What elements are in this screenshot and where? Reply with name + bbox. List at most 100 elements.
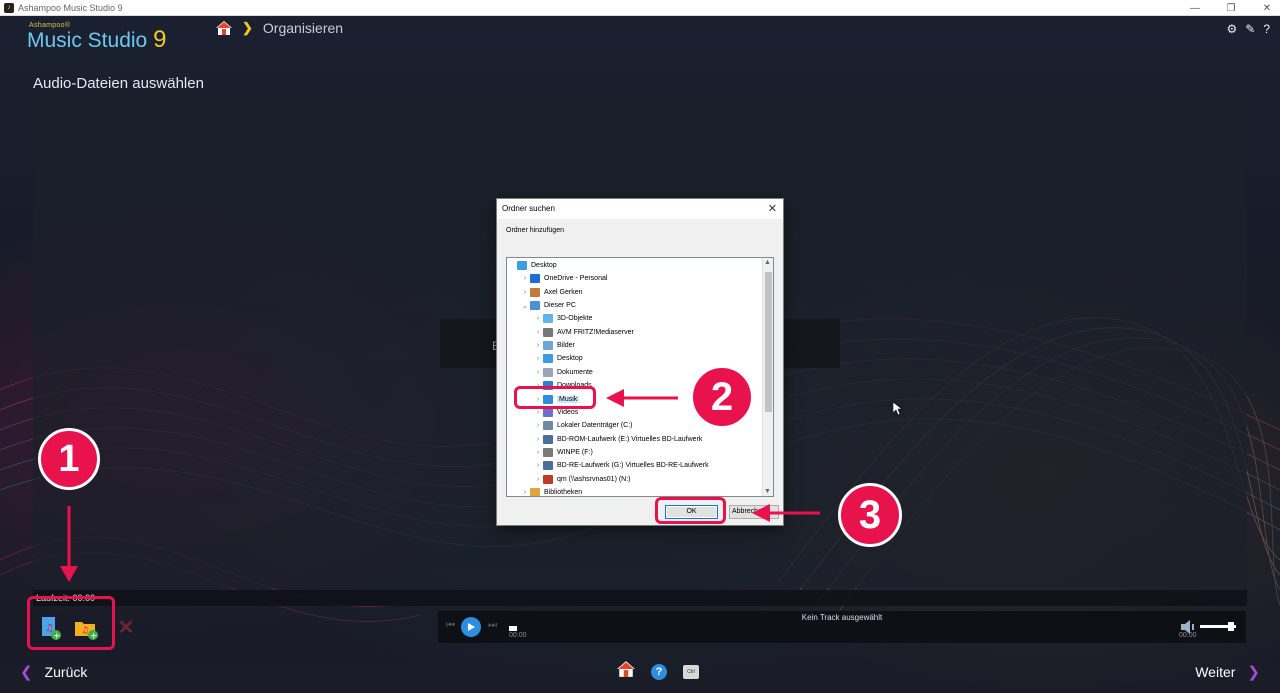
chevron-right-icon[interactable]: ›	[520, 489, 530, 496]
scroll-down-icon[interactable]: ▼	[764, 488, 771, 495]
ctrl-key-icon[interactable]: Ctrl	[683, 664, 699, 679]
tree-scrollbar[interactable]: ▲ ▼	[762, 258, 773, 496]
computer-icon	[530, 301, 540, 311]
help-icon[interactable]: ?	[1263, 22, 1270, 36]
window-controls: — ❐ ✕	[1188, 0, 1274, 16]
tree-item[interactable]: Desktop	[507, 259, 557, 272]
tree-item[interactable]: › qm (\\ashsrvnas01) (N:)	[533, 473, 631, 486]
tree-item[interactable]: › Lokaler Datenträger (C:)	[533, 419, 632, 432]
breadcrumb-chevron-icon: ❯	[242, 20, 253, 35]
chevron-right-icon[interactable]: ›	[533, 462, 543, 469]
chevron-right-icon[interactable]: ›	[533, 315, 543, 322]
page-title: Audio-Dateien auswählen	[33, 75, 204, 92]
tree-item-label: Dieser PC	[544, 302, 576, 310]
tree-item[interactable]: › 3D-Objekte	[533, 312, 592, 325]
tree-item[interactable]: › BD-RE-Laufwerk (G:) Virtuelles BD-RE-La…	[533, 459, 709, 472]
browse-folder-dialog: Ordner suchen ✕ Ordner hinzufügen › Bibli…	[496, 198, 784, 526]
chevron-right-icon[interactable]: ›	[520, 289, 530, 296]
tree-item-label: BD-ROM-Laufwerk (E:) Virtuelles BD-Laufw…	[557, 435, 703, 443]
close-window-icon[interactable]: ✕	[1260, 3, 1274, 14]
tree-item-label: AVM FRITZ!Mediaserver	[557, 328, 634, 336]
tree-item-label: Desktop	[531, 262, 557, 269]
back-button[interactable]: ❮ Zurück	[20, 663, 87, 681]
chevron-right-icon[interactable]: ›	[533, 476, 543, 483]
tree-item[interactable]: › Desktop	[533, 352, 583, 365]
home-button-icon[interactable]	[617, 661, 635, 682]
step-badge-2: 2	[690, 365, 754, 429]
disc-drive-icon	[543, 461, 553, 471]
brand-product: Music Studio 9	[27, 26, 167, 53]
app-logo-icon: ♪	[4, 2, 14, 13]
tree-item-label: qm (\\ashsrvnas01) (N:)	[557, 475, 631, 483]
tree-item-label: Axel Gerken	[544, 288, 583, 296]
tree-item-label: Desktop	[557, 355, 583, 363]
volume-icon[interactable]	[1180, 620, 1196, 634]
step-badge-3: 3	[838, 483, 902, 547]
next-button[interactable]: Weiter ❯	[1195, 663, 1260, 681]
runtime-display: Laufzeit: 00:00	[33, 590, 1247, 606]
volume-slider-knob[interactable]	[1228, 622, 1234, 631]
window-title: Ashampoo Music Studio 9	[18, 2, 123, 13]
dialog-close-icon[interactable]: ✕	[768, 202, 777, 215]
audio-player: ⏮ ⏭ Kein Track ausgewählt 00:00 00:00	[438, 611, 1246, 643]
minimize-icon[interactable]: —	[1188, 3, 1202, 14]
tree-item-label: Bibliotheken	[544, 488, 583, 496]
step-badge-1: 1	[38, 428, 100, 490]
scroll-up-icon[interactable]: ▲	[764, 259, 771, 266]
tree-item[interactable]: › Dokumente	[533, 366, 593, 379]
tree-item-label: Lokaler Datenträger (C:)	[557, 422, 633, 430]
chevron-right-icon[interactable]: ›	[533, 342, 543, 349]
chevron-right-icon[interactable]: ›	[533, 369, 543, 376]
tree-item-label: BD-RE-Laufwerk (G:) Virtuelles BD-RE-Lau…	[557, 462, 709, 470]
cancel-button[interactable]: Abbrechen	[729, 505, 779, 519]
help-circle-icon[interactable]: ?	[651, 663, 667, 680]
edit-icon[interactable]: ✎	[1245, 22, 1255, 36]
home-icon[interactable]	[216, 21, 232, 35]
tree-item-label: 3D-Objekte	[557, 315, 593, 323]
gear-icon[interactable]: ⚙	[1226, 22, 1237, 36]
tree-item-label: Dokumente	[557, 368, 593, 376]
bottom-toolbar: ? Ctrl	[617, 661, 699, 682]
highlight-ok-button	[655, 497, 726, 524]
remove-item-button[interactable]: ✕	[112, 614, 140, 642]
videos-icon	[543, 407, 553, 417]
highlight-add-buttons	[27, 596, 115, 650]
chevron-down-icon[interactable]: ⌄	[520, 302, 530, 310]
tree-item[interactable]: › OneDrive - Personal	[520, 272, 607, 285]
os-title-bar: ♪ Ashampoo Music Studio 9 — ❐ ✕	[0, 0, 1280, 16]
chevron-right-icon[interactable]: ›	[520, 275, 530, 282]
chevron-right-icon[interactable]: ›	[533, 329, 543, 336]
user-icon	[530, 287, 540, 297]
brand-vendor: Ashampoo®	[29, 22, 71, 29]
mouse-cursor-icon	[893, 402, 903, 416]
tree-item[interactable]: › WINPE (F:)	[533, 446, 593, 459]
chevron-right-icon[interactable]: ›	[533, 436, 543, 443]
chevron-left-icon: ❮	[20, 664, 33, 681]
restore-icon[interactable]: ❐	[1224, 3, 1238, 14]
time-elapsed: 00:00	[509, 632, 527, 639]
libraries-icon	[530, 487, 540, 496]
pictures-icon	[543, 341, 553, 351]
seek-slider[interactable]	[509, 626, 517, 631]
chevron-right-icon: ❯	[1247, 664, 1260, 681]
tree-item[interactable]: › AVM FRITZ!Mediaserver	[533, 326, 634, 339]
tree-item[interactable]: › Bilder	[533, 339, 575, 352]
tree-item[interactable]: › BD-ROM-Laufwerk (E:) Virtuelles BD-Lauf…	[533, 433, 702, 446]
tree-item[interactable]: › Bibliotheken	[520, 486, 583, 496]
usb-drive-icon	[543, 447, 553, 457]
play-icon	[468, 623, 475, 631]
breadcrumb-current[interactable]: Organisieren	[263, 20, 343, 36]
documents-icon	[543, 367, 553, 377]
tree-item[interactable]: › Axel Gerken	[520, 286, 583, 299]
tree-item[interactable]: ⌄ Dieser PC	[520, 299, 576, 312]
chevron-right-icon[interactable]: ›	[533, 409, 543, 416]
tree-item-label: Bilder	[557, 342, 575, 350]
chevron-right-icon[interactable]: ›	[533, 422, 543, 429]
dialog-title-bar: Ordner suchen ✕	[497, 199, 783, 219]
dialog-instruction: Ordner hinzufügen	[506, 227, 564, 234]
scrollbar-thumb[interactable]	[765, 272, 772, 412]
chevron-right-icon[interactable]: ›	[533, 449, 543, 456]
chevron-right-icon[interactable]: ›	[533, 355, 543, 362]
track-label: Kein Track ausgewählt	[801, 613, 883, 622]
disc-drive-icon	[543, 434, 553, 444]
